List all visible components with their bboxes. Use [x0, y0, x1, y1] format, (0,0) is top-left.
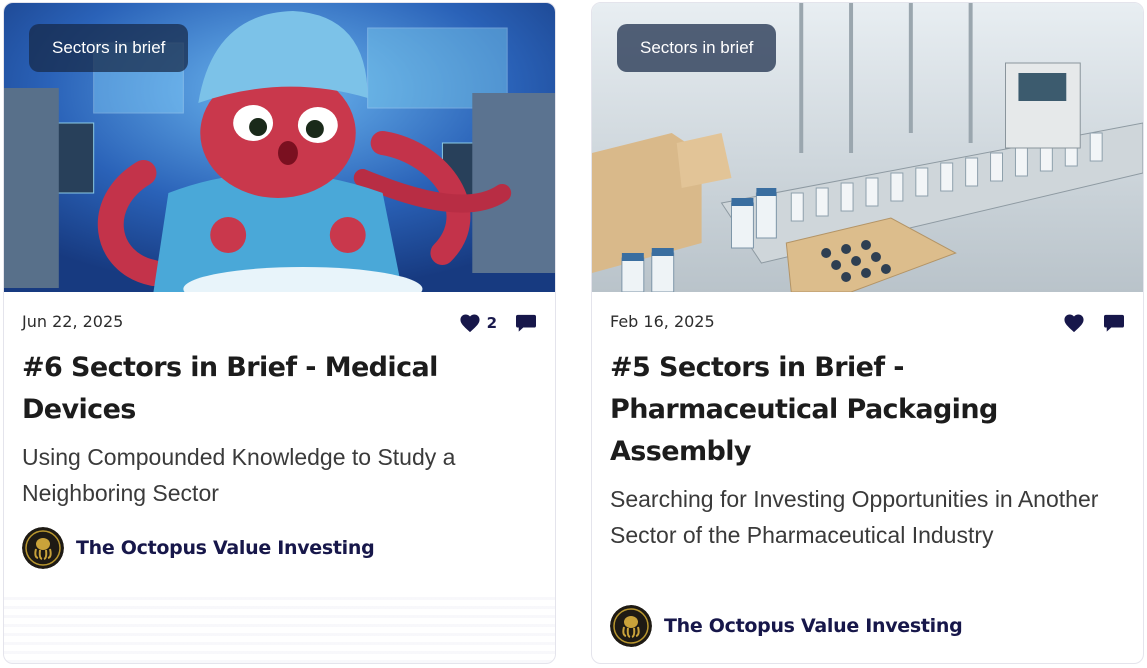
heart-icon — [460, 314, 480, 333]
post-subtitle: Using Compounded Knowledge to Study a Ne… — [22, 444, 456, 506]
post-title[interactable]: #5 Sectors in Brief - Pharmaceutical Pac… — [610, 347, 1119, 473]
like-count: 2 — [486, 314, 497, 332]
post-subtitle: Searching for Investing Opportunities in… — [610, 486, 1099, 548]
post-meta: Jun 22, 2025 2 — [22, 308, 537, 338]
avatar — [610, 605, 652, 647]
comment-icon — [1104, 314, 1124, 332]
post-thumbnail[interactable]: Sectors in brief — [592, 3, 1143, 292]
author-name: The Octopus Value Investing — [664, 615, 963, 637]
author-link[interactable]: The Octopus Value Investing — [610, 605, 963, 647]
post-date: Feb 16, 2025 — [610, 312, 715, 331]
post-title[interactable]: #6 Sectors in Brief - Medical Devices — [22, 347, 531, 431]
comment-button[interactable] — [1103, 308, 1125, 338]
heart-icon — [1064, 314, 1084, 333]
author-link[interactable]: The Octopus Value Investing — [22, 527, 375, 569]
avatar — [22, 527, 64, 569]
post-card[interactable]: Sectors in brief Feb 16, 2025 #5 Sectors… — [591, 2, 1144, 664]
octopus-logo-icon — [22, 527, 64, 569]
post-meta: Feb 16, 2025 — [610, 308, 1125, 338]
category-badge[interactable]: Sectors in brief — [617, 24, 777, 72]
like-button[interactable] — [1063, 308, 1085, 338]
comment-button[interactable] — [515, 308, 537, 338]
post-actions — [1063, 308, 1125, 338]
author-name: The Octopus Value Investing — [76, 537, 375, 559]
comment-icon — [516, 314, 536, 332]
post-thumbnail[interactable]: Sectors in brief — [4, 3, 555, 292]
post-date: Jun 22, 2025 — [22, 312, 124, 331]
like-button[interactable]: 2 — [459, 308, 497, 338]
post-card[interactable]: Sectors in brief Jun 22, 2025 2 #6 Secto… — [3, 2, 556, 664]
octopus-logo-icon — [610, 605, 652, 647]
category-badge[interactable]: Sectors in brief — [29, 24, 189, 72]
card-footer-area — [4, 593, 555, 663]
post-actions: 2 — [459, 308, 537, 338]
